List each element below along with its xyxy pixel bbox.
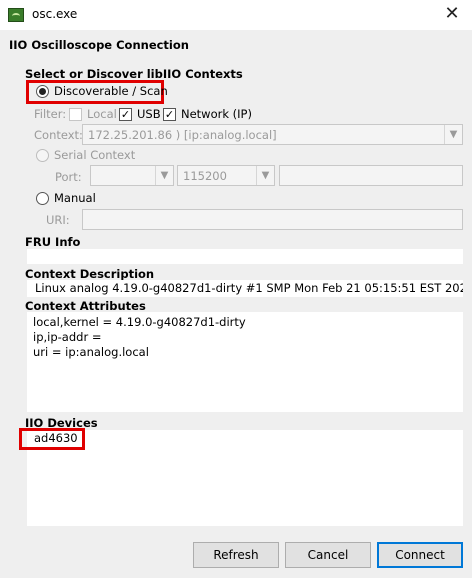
discoverable-radio[interactable] xyxy=(36,85,49,98)
context-attribute-line: local,kernel = 4.19.0-g40827d1-dirty xyxy=(33,315,246,329)
filter-usb-checkbox[interactable]: ✓ xyxy=(119,108,132,121)
iio-device-item[interactable]: ad4630 xyxy=(34,431,78,445)
manual-radio[interactable] xyxy=(36,192,49,205)
window-title: osc.exe xyxy=(32,7,78,21)
context-value: 172.25.201.86 ) [ip:analog.local] xyxy=(88,128,277,142)
port-label: Port: xyxy=(55,170,82,184)
context-description-text: Linux analog 4.19.0-g40827d1-dirty #1 SM… xyxy=(35,281,463,295)
serial-context-radio[interactable] xyxy=(36,149,49,162)
filter-local-checkbox[interactable] xyxy=(69,108,82,121)
connect-button[interactable]: Connect xyxy=(377,542,463,568)
window-titlebar[interactable]: osc.exe ✕ xyxy=(0,0,472,30)
chevron-down-icon: ▼ xyxy=(444,125,462,144)
context-combo[interactable]: 172.25.201.86 ) [ip:analog.local] ▼ xyxy=(82,124,463,145)
context-description-title: Context Description xyxy=(25,267,155,281)
serial-context-label: Serial Context xyxy=(54,148,136,162)
chevron-down-icon: ▼ xyxy=(256,166,274,185)
context-attribute-line: uri = ip:analog.local xyxy=(33,345,149,359)
uri-label: URI: xyxy=(46,213,70,227)
baud-value: 115200 xyxy=(183,169,227,183)
close-icon[interactable]: ✕ xyxy=(440,3,464,25)
dialog-title: IIO Oscilloscope Connection xyxy=(9,38,189,52)
contexts-section-title: Select or Discover libIIO Contexts xyxy=(25,67,243,81)
chevron-down-icon: ▼ xyxy=(155,166,173,185)
manual-label[interactable]: Manual xyxy=(54,191,96,205)
filter-network-checkbox[interactable]: ✓ xyxy=(163,108,176,121)
context-attribute-line: ip,ip-addr = xyxy=(33,330,102,344)
uri-field[interactable] xyxy=(82,209,463,230)
filter-label: Filter: xyxy=(34,107,67,121)
fru-info-title: FRU Info xyxy=(25,235,81,249)
fru-info-view[interactable] xyxy=(27,249,463,264)
discoverable-label[interactable]: Discoverable / Scan xyxy=(54,84,168,98)
dialog-body: IIO Oscilloscope Connection Select or Di… xyxy=(0,30,472,578)
context-description-view[interactable]: Linux analog 4.19.0-g40827d1-dirty #1 SM… xyxy=(27,280,463,297)
filter-usb-label: USB xyxy=(137,107,161,121)
port-combo[interactable]: ▼ xyxy=(90,165,174,186)
filter-network-label: Network (IP) xyxy=(181,107,252,121)
refresh-button[interactable]: Refresh xyxy=(193,542,279,568)
app-icon xyxy=(8,8,24,22)
context-attributes-title: Context Attributes xyxy=(25,299,146,313)
context-attributes-view[interactable]: local,kernel = 4.19.0-g40827d1-dirty ip,… xyxy=(27,312,463,412)
filter-local-label: Local xyxy=(87,107,117,121)
iio-devices-view[interactable] xyxy=(27,430,463,526)
serial-extra-field[interactable] xyxy=(279,165,463,186)
cancel-button[interactable]: Cancel xyxy=(285,542,371,568)
baud-combo[interactable]: 115200 ▼ xyxy=(177,165,275,186)
context-label: Context: xyxy=(34,128,83,142)
